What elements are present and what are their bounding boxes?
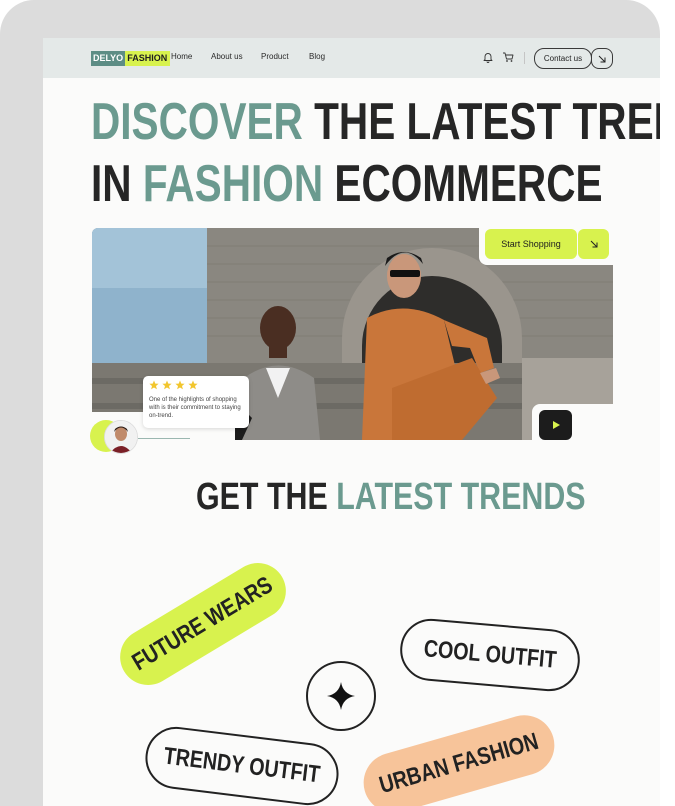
section-title-accent: LATEST TRENDS <box>336 476 586 518</box>
nav-divider <box>524 52 525 64</box>
hero-headline-accent1: DISCOVER <box>91 93 303 151</box>
star-icon <box>162 380 172 390</box>
section-title-start: GET THE <box>196 476 337 518</box>
brand-logo-part1: DELYO <box>91 51 126 66</box>
star-icon <box>175 380 185 390</box>
page: DELYO FASHION Home About us Product Blog… <box>43 38 660 806</box>
arrow-down-right-icon <box>590 240 597 248</box>
cart-icon[interactable] <box>502 51 514 63</box>
tag-urban-fashion-label: URBAN FASHION <box>376 727 542 800</box>
avatar <box>104 420 138 454</box>
reviewer <box>90 420 190 454</box>
tag-future-wears-label: FUTURE WEARS <box>127 571 278 676</box>
arrow-down-right-icon <box>598 55 606 62</box>
sparkle-badge <box>306 661 376 731</box>
hero-headline-rest2: ECOMMERCE <box>323 155 603 213</box>
tag-trendy-outfit[interactable]: TRENDY OUTFIT <box>141 723 343 806</box>
nav-link-home[interactable]: Home <box>171 52 192 61</box>
divider-line <box>138 438 190 439</box>
review-text: One of the highlights of shopping with i… <box>149 397 241 419</box>
brand-logo-part2: FASHION <box>125 51 171 66</box>
tag-trendy-outfit-label: TRENDY OUTFIT <box>162 742 322 789</box>
section-title: GET THE LATEST TRENDS <box>196 476 586 518</box>
contact-arrow-button[interactable] <box>591 48 613 69</box>
hero-headline-accent2: FASHION <box>142 155 324 213</box>
review-rating <box>149 380 198 390</box>
play-video-button[interactable] <box>539 410 572 440</box>
play-icon <box>552 421 560 429</box>
tag-urban-fashion[interactable]: URBAN FASHION <box>356 708 562 806</box>
star-icon <box>149 380 159 390</box>
tag-cool-outfit[interactable]: COOL OUTFIT <box>397 616 583 694</box>
bell-icon[interactable] <box>482 51 494 63</box>
nav-link-blog[interactable]: Blog <box>309 52 325 61</box>
hero-headline-rest1: THE LATEST TRENDS <box>314 93 660 151</box>
hero-headline-start2: IN <box>91 155 143 213</box>
sparkle-icon <box>327 682 355 710</box>
brand-logo[interactable]: DELYO FASHION <box>91 51 171 66</box>
navbar: DELYO FASHION Home About us Product Blog… <box>43 38 660 78</box>
hero-headline-line2: IN FASHION ECOMMERCE <box>91 156 603 212</box>
tag-cool-outfit-label: COOL OUTFIT <box>422 635 558 674</box>
nav-link-about[interactable]: About us <box>211 52 243 61</box>
nav-link-product[interactable]: Product <box>261 52 289 61</box>
tag-future-wears[interactable]: FUTURE WEARS <box>109 552 297 696</box>
contact-button[interactable]: Contact us <box>534 48 592 69</box>
start-shopping-button[interactable]: Start Shopping <box>485 229 577 259</box>
start-shopping-arrow-button[interactable] <box>578 229 609 259</box>
star-icon <box>188 380 198 390</box>
hero-headline-line1: DISCOVER THE LATEST TRENDS <box>91 94 660 150</box>
